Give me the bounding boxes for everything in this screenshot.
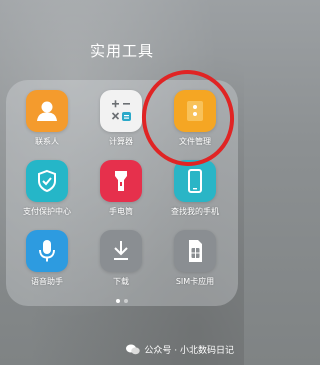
wechat-icon xyxy=(126,344,141,355)
app-label: 查找我的手机 xyxy=(171,207,219,216)
sim-card-icon xyxy=(174,230,216,272)
app-voice-assistant[interactable]: 语音助手 xyxy=(10,230,84,300)
page-dot xyxy=(124,299,128,303)
app-label: 联系人 xyxy=(35,137,59,146)
app-payment-protection[interactable]: 支付保护中心 xyxy=(10,160,84,230)
app-label: 语音助手 xyxy=(31,277,63,286)
app-download[interactable]: 下载 xyxy=(84,230,158,300)
voice-assistant-icon xyxy=(26,230,68,272)
contacts-icon xyxy=(26,90,68,132)
app-sim-card[interactable]: SIM卡应用 xyxy=(158,230,232,300)
app-contacts[interactable]: 联系人 xyxy=(10,90,84,160)
app-label: SIM卡应用 xyxy=(175,277,215,286)
calculator-icon xyxy=(100,90,142,132)
app-flashlight[interactable]: 手电筒 xyxy=(84,160,158,230)
folder-title: 实用工具 xyxy=(89,42,154,60)
app-find-my-phone[interactable]: 查找我的手机 xyxy=(158,160,232,230)
app-label: 计算器 xyxy=(109,137,133,146)
app-label: 支付保护中心 xyxy=(23,207,71,216)
watermark: 公众号 · 小北数码日记 xyxy=(126,343,234,356)
payment-protection-icon xyxy=(26,160,68,202)
flashlight-icon xyxy=(100,160,142,202)
page-dot-active xyxy=(116,299,120,303)
watermark-text: 公众号 · 小北数码日记 xyxy=(144,346,234,356)
find-my-phone-icon xyxy=(174,160,216,202)
app-label: 下载 xyxy=(113,277,129,286)
download-icon xyxy=(100,230,142,272)
page-indicator[interactable] xyxy=(0,299,244,303)
app-label: 手电筒 xyxy=(109,207,133,216)
